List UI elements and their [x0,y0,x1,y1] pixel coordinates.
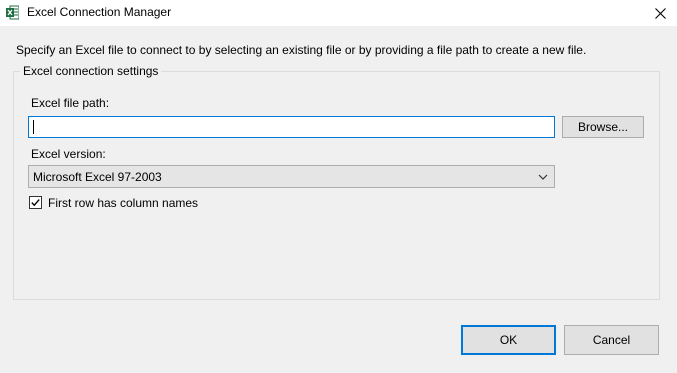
file-path-input[interactable] [28,116,555,138]
checkmark-icon [31,199,40,207]
cancel-button[interactable]: Cancel [564,325,659,355]
first-row-label[interactable]: First row has column names [48,196,198,210]
instruction-text: Specify an Excel file to connect to by s… [16,43,587,57]
excel-version-value: Microsoft Excel 97-2003 [33,170,162,184]
close-button[interactable] [643,0,677,26]
title-bar: Excel Connection Manager [0,0,677,26]
excel-version-dropdown[interactable]: Microsoft Excel 97-2003 [28,165,555,188]
excel-icon [6,5,20,20]
chevron-down-icon [538,174,548,180]
group-legend: Excel connection settings [20,64,162,78]
first-row-checkbox[interactable] [29,196,42,209]
window-title: Excel Connection Manager [27,5,172,19]
close-icon [654,7,666,19]
file-path-label: Excel file path: [31,96,110,110]
ok-button[interactable]: OK [461,325,556,355]
browse-button[interactable]: Browse... [562,116,644,138]
text-caret [33,120,34,134]
excel-connection-manager-dialog: Excel Connection Manager Specify an Exce… [0,0,677,373]
excel-version-label: Excel version: [31,147,106,161]
